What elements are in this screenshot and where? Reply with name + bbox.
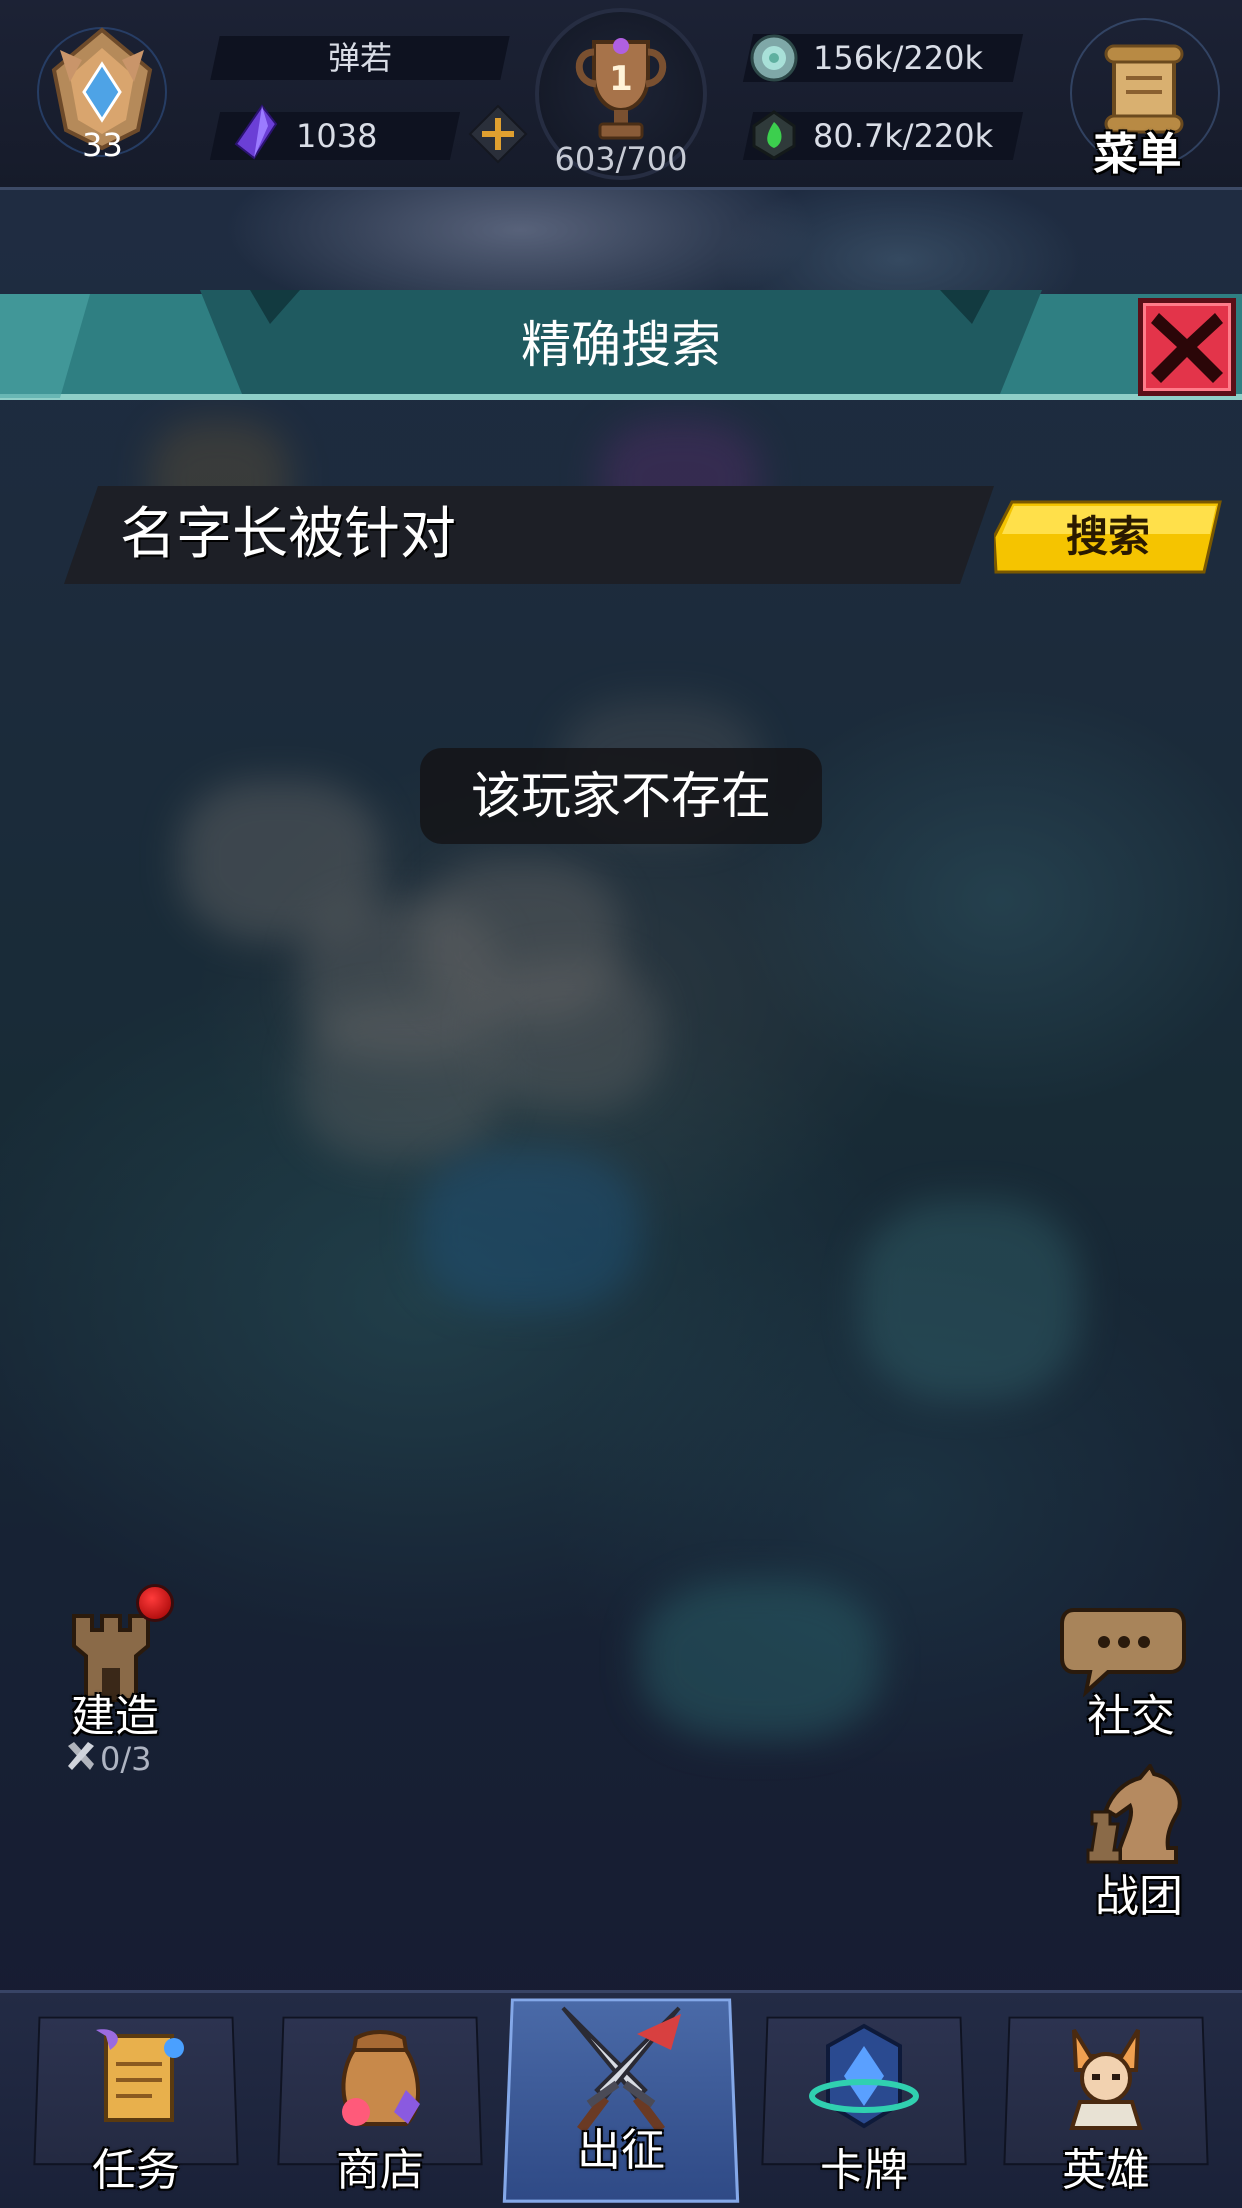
player-name-search-input[interactable] <box>120 486 940 584</box>
menu-label[interactable]: 菜单 <box>1070 118 1205 182</box>
player-level: 33 <box>82 126 123 164</box>
nav-tab-heroes[interactable]: 英雄 <box>1003 2014 1209 2204</box>
nav-tab-expedition[interactable]: 出征 <box>502 1994 740 2203</box>
elixir-icon <box>752 110 796 160</box>
gem-count: 1038 <box>296 117 378 155</box>
nav-tab-shop[interactable]: 商店 <box>277 2014 483 2204</box>
nav-label-cards: 卡牌 <box>820 2145 908 2196</box>
ore-value: 156k/220k <box>813 39 983 77</box>
nav-label-quests: 任务 <box>92 2145 180 2196</box>
close-icon <box>1151 313 1223 383</box>
close-button[interactable] <box>1138 298 1236 396</box>
trophy-rank: 1 <box>609 59 633 99</box>
shop-bag-icon <box>341 2030 420 2126</box>
nav-label-shop: 商店 <box>336 2145 424 2196</box>
nav-tab-cards[interactable]: 卡牌 <box>761 2014 967 2204</box>
search-button[interactable]: 搜索 <box>994 500 1222 574</box>
top-bar: 33 弹若 1038 1 603/700 156k/220k 80.7k/220… <box>0 0 1242 190</box>
nav-tab-quests[interactable]: 任务 <box>33 2014 239 2204</box>
trophy-count: 603/700 <box>554 140 688 178</box>
ore-icon <box>750 34 798 82</box>
add-gems-button[interactable] <box>468 104 528 164</box>
player-name: 弹若 <box>327 39 392 77</box>
quest-scroll-icon <box>96 2029 184 2122</box>
player-not-found-toast: 该玩家不存在 <box>420 748 822 844</box>
build-notification-dot <box>136 1584 174 1622</box>
search-panel-title: 精确搜索 <box>521 316 721 374</box>
nav-label-expedition: 出征 <box>577 2125 665 2176</box>
nav-label-heroes: 英雄 <box>1062 2145 1150 2196</box>
trophy-icon[interactable]: 1 <box>566 32 676 144</box>
chess-knight-icon[interactable] <box>1080 1764 1192 1874</box>
elixir-value: 80.7k/220k <box>813 117 994 155</box>
gem-icon <box>234 104 278 160</box>
hero-icon <box>1069 2028 1143 2130</box>
build-queue-count: 0/3 <box>100 1740 152 1778</box>
card-icon <box>809 2023 919 2129</box>
modal-dim-overlay <box>0 190 1242 1990</box>
wrench-hammer-icon <box>68 1742 94 1770</box>
build-label[interactable]: 建造 <box>50 1680 180 1744</box>
clan-label[interactable]: 战团 <box>1074 1860 1204 1924</box>
social-label[interactable]: 社交 <box>1066 1680 1196 1744</box>
